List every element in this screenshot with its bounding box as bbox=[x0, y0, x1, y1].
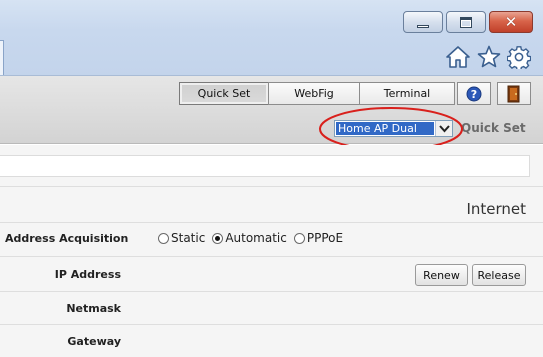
netmask-label: Netmask bbox=[66, 302, 121, 315]
radio-pppoe-label: PPPoE bbox=[306, 231, 344, 245]
radio-pppoe[interactable]: PPPoE bbox=[293, 231, 344, 245]
radio-static[interactable]: Static bbox=[158, 231, 205, 245]
minimize-button[interactable] bbox=[403, 11, 443, 33]
renew-button[interactable]: Renew bbox=[415, 264, 468, 286]
internet-section-title: Internet bbox=[466, 200, 526, 218]
radio-pppoe-dot[interactable] bbox=[293, 232, 305, 244]
chevron-down-icon[interactable] bbox=[435, 121, 452, 136]
tab-quick-set[interactable]: Quick Set bbox=[179, 82, 269, 105]
help-button[interactable]: ? bbox=[457, 82, 491, 105]
window-controls: ✕ bbox=[403, 11, 533, 33]
tab-webfig[interactable]: WebFig bbox=[268, 82, 360, 105]
quickset-mode-select[interactable]: Home AP Dual bbox=[334, 120, 453, 137]
maximize-button[interactable] bbox=[446, 11, 486, 33]
mode-tabs: Quick Set WebFig Terminal bbox=[179, 82, 455, 105]
maximize-icon bbox=[460, 16, 472, 28]
radio-automatic-label: Automatic bbox=[225, 231, 287, 245]
row-divider bbox=[0, 256, 543, 257]
row-divider bbox=[0, 291, 543, 292]
address-acquisition-radio-group: Static Automatic PPPoE bbox=[158, 231, 350, 245]
logout-door-icon bbox=[507, 85, 520, 102]
quickset-title: Quick Set bbox=[461, 121, 526, 135]
browser-tab-edge[interactable] bbox=[0, 40, 4, 76]
browser-toolbar-icons bbox=[445, 45, 531, 69]
row-divider bbox=[0, 324, 543, 325]
star-icon[interactable] bbox=[477, 45, 501, 69]
row-divider bbox=[0, 222, 543, 223]
radio-static-dot[interactable] bbox=[158, 232, 169, 244]
close-button[interactable]: ✕ bbox=[489, 11, 533, 33]
home-icon[interactable] bbox=[445, 45, 471, 69]
close-icon: ✕ bbox=[504, 12, 518, 31]
row-divider bbox=[0, 186, 543, 187]
radio-static-label: Static bbox=[171, 231, 206, 245]
quickset-mode-value: Home AP Dual bbox=[336, 122, 434, 135]
logout-button[interactable] bbox=[497, 82, 531, 105]
ip-address-label: IP Address bbox=[54, 268, 121, 281]
svg-text:?: ? bbox=[471, 88, 477, 101]
gateway-label: Gateway bbox=[67, 335, 121, 348]
radio-automatic[interactable]: Automatic bbox=[212, 231, 287, 245]
help-icon: ? bbox=[466, 86, 482, 101]
address-acquisition-label: Address Acquisition bbox=[5, 232, 129, 245]
tab-terminal[interactable]: Terminal bbox=[359, 82, 455, 105]
gear-icon[interactable] bbox=[507, 45, 531, 69]
window-titlebar: ✕ bbox=[0, 0, 543, 76]
minimize-icon bbox=[417, 24, 429, 28]
release-button[interactable]: Release bbox=[472, 264, 526, 286]
radio-automatic-dot[interactable] bbox=[212, 232, 224, 244]
blank-field-row bbox=[0, 155, 530, 177]
